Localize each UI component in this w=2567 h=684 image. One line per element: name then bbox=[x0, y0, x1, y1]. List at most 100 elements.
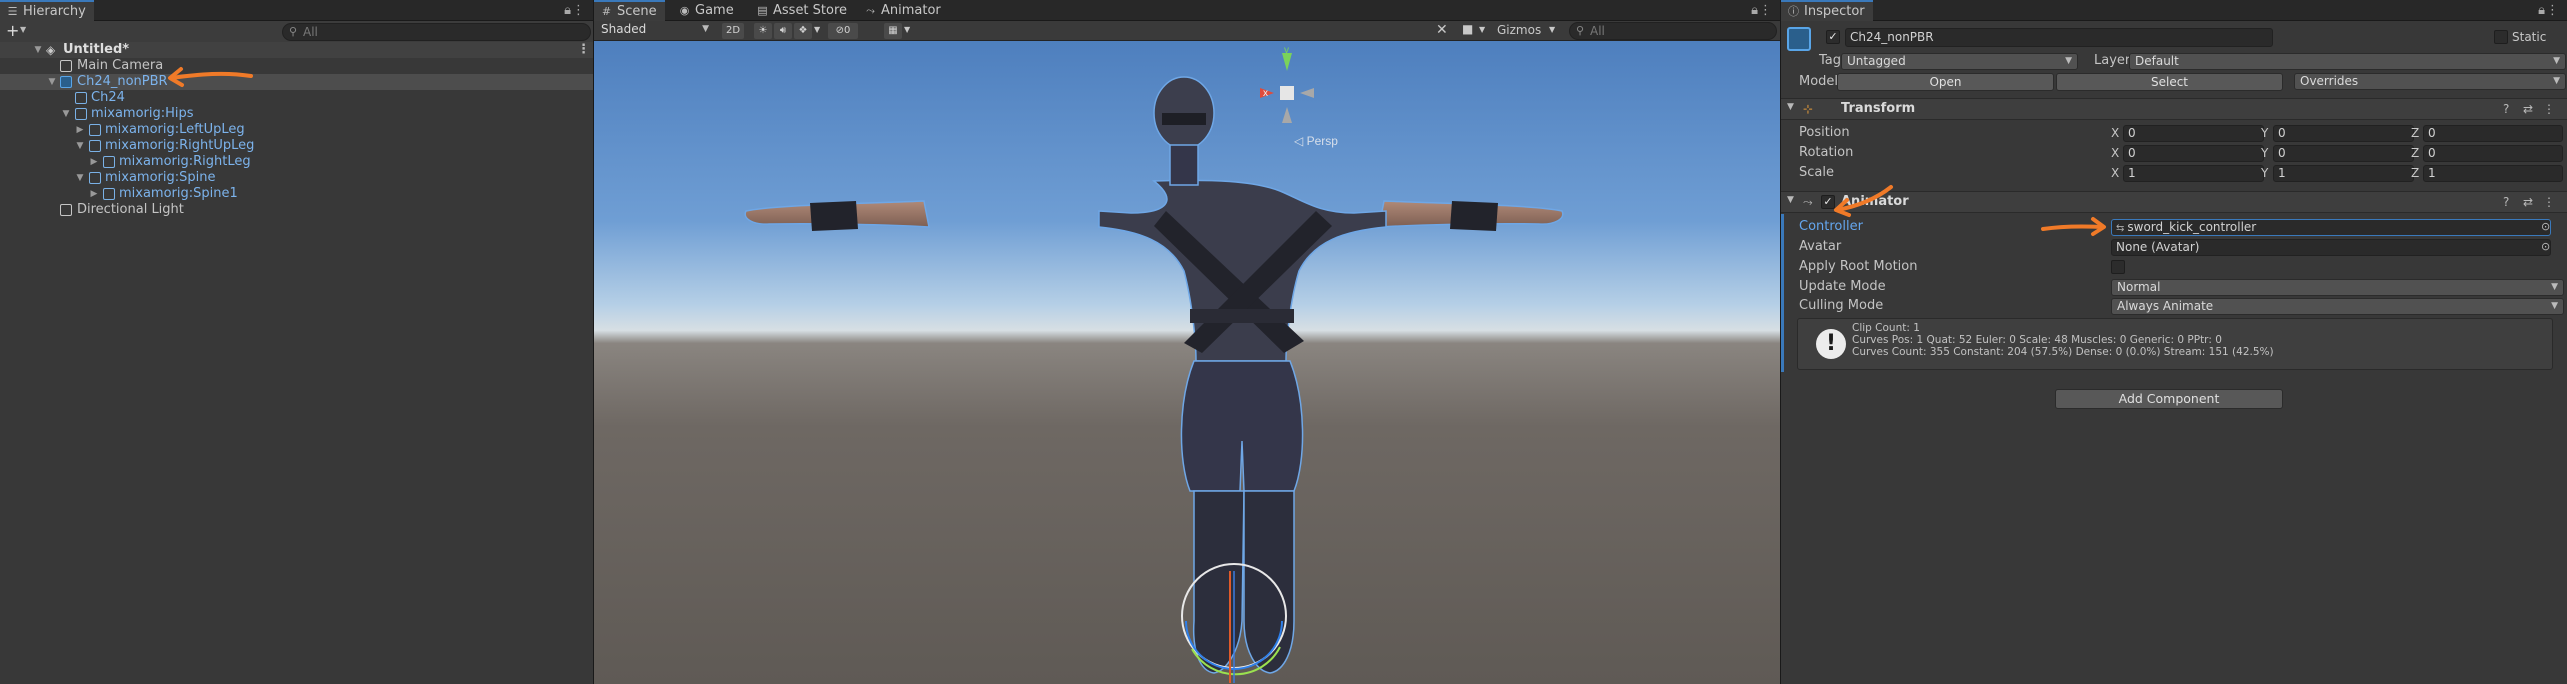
overrides-dropdown[interactable]: Overrides ▼ bbox=[2294, 73, 2566, 90]
transform-component-header[interactable]: ▼ ⊹ Transform ? ⇄ ⋮ bbox=[1781, 98, 2567, 120]
hierarchy-item-hips[interactable]: ▼ mixamorig:Hips bbox=[0, 106, 593, 122]
hierarchy-item-spine[interactable]: ▼ mixamorig:Spine bbox=[0, 170, 593, 186]
orientation-gizmo[interactable] bbox=[1260, 53, 1314, 123]
prefab-icon bbox=[1787, 27, 1811, 51]
hierarchy-item-rightupleg[interactable]: ▼ mixamorig:RightUpLeg bbox=[0, 138, 593, 154]
shading-mode-dropdown[interactable]: Shaded ▼ bbox=[596, 22, 714, 39]
scene-menu-icon[interactable]: ⋮ bbox=[577, 42, 590, 58]
controller-field[interactable]: ⇆ sword_kick_controller bbox=[2111, 219, 2551, 236]
rotation-z-field[interactable]: 0 bbox=[2423, 145, 2563, 162]
tab-inspector[interactable]: ⓘ Inspector bbox=[1781, 0, 1873, 21]
animator-controller-icon: ⇆ bbox=[2116, 223, 2125, 234]
tab-hierarchy[interactable]: ☰ Hierarchy bbox=[0, 0, 94, 21]
scene-search-input[interactable]: ⚲ All bbox=[1569, 22, 1777, 40]
chevron-down-icon[interactable]: ▼ bbox=[1549, 25, 1555, 34]
static-label: Static bbox=[2512, 30, 2547, 44]
hierarchy-item-leftupleg[interactable]: ▶ mixamorig:LeftUpLeg bbox=[0, 122, 593, 138]
expand-arrow-icon[interactable]: ▼ bbox=[33, 42, 43, 58]
lock-icon[interactable]: 🔒︎ bbox=[1751, 3, 1758, 18]
collapse-arrow-icon[interactable]: ▶ bbox=[75, 122, 85, 138]
expand-arrow-icon[interactable]: ▼ bbox=[61, 106, 71, 122]
hierarchy-item-main-camera[interactable]: Main Camera bbox=[0, 58, 593, 74]
hierarchy-item-rightleg[interactable]: ▶ mixamorig:RightLeg bbox=[0, 154, 593, 170]
object-picker-icon[interactable]: ⊙ bbox=[2541, 237, 2550, 257]
scale-z-field[interactable]: 1 bbox=[2423, 165, 2563, 182]
active-checkbox[interactable]: ✓ bbox=[1826, 30, 1840, 44]
presets-icon[interactable]: ⇄ bbox=[2523, 195, 2533, 209]
lock-icon[interactable]: 🔒︎ bbox=[564, 3, 571, 18]
tab-asset-store[interactable]: ▤ Asset Store bbox=[750, 0, 855, 21]
presets-icon[interactable]: ⇄ bbox=[2523, 102, 2533, 116]
gizmos-dropdown[interactable]: Gizmos bbox=[1497, 23, 1541, 37]
scale-x-field[interactable]: 1 bbox=[2123, 165, 2264, 182]
scene-row[interactable]: ▼ ◈ Untitled* ⋮ bbox=[0, 42, 593, 58]
store-bag-icon: ▤ bbox=[757, 4, 768, 17]
tools-icon[interactable]: ✕ bbox=[1436, 22, 1448, 38]
static-checkbox[interactable] bbox=[2494, 30, 2508, 44]
camera-settings-icon[interactable]: ▦ bbox=[884, 23, 902, 39]
hierarchy-item-ch24[interactable]: Ch24 bbox=[0, 90, 593, 106]
avatar-row: Avatar None (Avatar) ⊙ bbox=[1781, 237, 2567, 257]
persp-label[interactable]: ◁ Persp bbox=[1294, 134, 1338, 148]
foldout-arrow-icon[interactable]: ▼ bbox=[1787, 195, 1794, 205]
position-y-field[interactable]: 0 bbox=[2273, 125, 2414, 142]
scale-y-field[interactable]: 1 bbox=[2273, 165, 2414, 182]
hierarchy-item-directional-light[interactable]: Directional Light bbox=[0, 202, 593, 218]
hierarchy-item-spine1[interactable]: ▶ mixamorig:Spine1 bbox=[0, 186, 593, 202]
kebab-menu-icon[interactable]: ⋮ bbox=[2546, 3, 2559, 18]
expand-arrow-icon[interactable]: ▼ bbox=[75, 170, 85, 186]
open-button[interactable]: Open bbox=[1837, 73, 2054, 91]
chevron-down-icon[interactable]: ▼ bbox=[20, 25, 26, 34]
animator-component-header[interactable]: ▼ ⤳ ✓ Animator ? ⇄ ⋮ bbox=[1781, 191, 2567, 213]
component-menu-icon[interactable]: ⋮ bbox=[2543, 195, 2555, 209]
position-x-field[interactable]: 0 bbox=[2123, 125, 2264, 142]
scene-viewport[interactable]: x y ◁ Persp bbox=[594, 41, 1780, 684]
camera-icon[interactable]: ■ bbox=[1462, 22, 1473, 36]
collapse-arrow-icon[interactable]: ▶ bbox=[89, 154, 99, 170]
mode-2d-button[interactable]: 2D bbox=[722, 23, 744, 39]
expand-arrow-icon[interactable]: ▼ bbox=[47, 74, 57, 90]
help-icon[interactable]: ? bbox=[2503, 195, 2509, 209]
list-icon: ☰ bbox=[7, 5, 18, 18]
scene-visibility-toggle[interactable]: ⊘0 bbox=[828, 23, 858, 39]
transform-icon: ⊹ bbox=[1803, 102, 1814, 116]
tag-dropdown[interactable]: Untagged ▼ bbox=[1841, 53, 2078, 70]
lighting-toggle-icon[interactable]: ☀ bbox=[754, 23, 772, 39]
position-z-field[interactable]: 0 bbox=[2423, 125, 2563, 142]
expand-arrow-icon[interactable]: ▼ bbox=[75, 138, 85, 154]
tab-animator[interactable]: ⤳ Animator bbox=[858, 0, 949, 21]
add-component-button[interactable]: Add Component bbox=[2055, 389, 2283, 409]
tab-scene[interactable]: # Scene bbox=[594, 0, 665, 21]
add-icon[interactable]: + bbox=[6, 21, 19, 40]
lock-icon[interactable]: 🔒︎ bbox=[2538, 3, 2545, 18]
position-row: Position X 0 Y 0 Z 0 bbox=[1781, 123, 2567, 143]
gizmo-x-label: x bbox=[1263, 88, 1268, 99]
kebab-menu-icon[interactable]: ⋮ bbox=[572, 3, 585, 18]
hierarchy-search-input[interactable]: ⚲ All bbox=[282, 23, 591, 41]
culling-mode-dropdown[interactable]: Always Animate ▼ bbox=[2111, 298, 2564, 315]
update-mode-dropdown[interactable]: Normal ▼ bbox=[2111, 279, 2564, 296]
chevron-down-icon[interactable]: ▼ bbox=[1479, 25, 1485, 34]
apply-root-motion-checkbox[interactable] bbox=[2111, 260, 2125, 274]
component-menu-icon[interactable]: ⋮ bbox=[2543, 102, 2555, 116]
object-picker-icon[interactable]: ⊙ bbox=[2541, 217, 2550, 237]
audio-toggle-icon[interactable]: 🔊︎ bbox=[774, 23, 792, 39]
hierarchy-item-ch24-nonpbr[interactable]: ▼ Ch24_nonPBR bbox=[0, 74, 593, 90]
help-icon[interactable]: ? bbox=[2503, 102, 2509, 116]
select-button[interactable]: Select bbox=[2056, 73, 2283, 91]
layer-dropdown[interactable]: Default ▼ bbox=[2129, 53, 2566, 70]
chevron-down-icon[interactable]: ▼ bbox=[904, 25, 910, 34]
character-model bbox=[744, 76, 1564, 674]
rotation-y-field[interactable]: 0 bbox=[2273, 145, 2414, 162]
avatar-field[interactable]: None (Avatar) bbox=[2111, 239, 2551, 256]
collapse-arrow-icon[interactable]: ▶ bbox=[89, 186, 99, 202]
foldout-arrow-icon[interactable]: ▼ bbox=[1787, 102, 1794, 112]
kebab-menu-icon[interactable]: ⋮ bbox=[1759, 3, 1772, 18]
object-name-field[interactable]: Ch24_nonPBR bbox=[1845, 28, 2273, 47]
effects-toggle-icon[interactable]: ❖ bbox=[794, 23, 812, 39]
animator-enabled-checkbox[interactable]: ✓ bbox=[1821, 195, 1835, 209]
search-icon: ⚲ bbox=[289, 25, 298, 38]
tab-game[interactable]: ◉ Game bbox=[672, 0, 742, 21]
chevron-down-icon[interactable]: ▼ bbox=[814, 25, 820, 34]
rotation-x-field[interactable]: 0 bbox=[2123, 145, 2264, 162]
